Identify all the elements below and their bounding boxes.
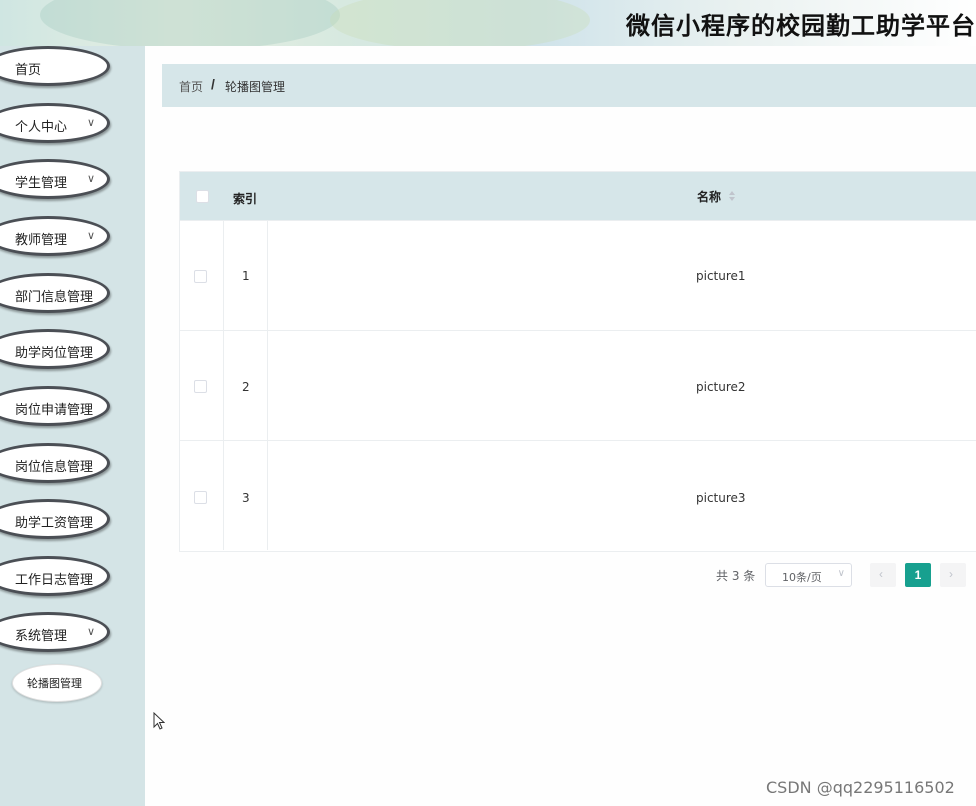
sidebar-item-label: 教师管理 [15,233,68,248]
header-banner: 微信小程序的校园勤工助学平台 [0,0,976,46]
column-header-index: 索引 [233,192,258,206]
submenu-item-carousel-management[interactable]: 轮播图管理 [12,664,102,702]
row-index: 1 [242,269,250,283]
chevron-down-icon: ∨ [837,568,845,579]
table-row: 1 picture1 [180,220,976,330]
chevron-down-icon: ∨ [86,626,95,638]
sidebar: 首页 个人中心 ∨ 学生管理 ∨ 教师管理 ∨ 部门信息管理 助学岗位管理 岗位… [0,46,145,806]
row-name: picture1 [696,269,746,283]
sort-icon[interactable] [728,190,736,202]
sidebar-item-label: 助学岗位管理 [15,346,94,361]
pagination-total: 共 3 条 [716,569,756,583]
banner-decoration [40,0,340,46]
sidebar-item-label: 助学工资管理 [15,516,94,531]
sidebar-item-label: 部门信息管理 [15,290,94,305]
sidebar-item-label: 系统管理 [15,629,68,644]
header-checkbox-cell [180,172,223,220]
banner-decoration [330,0,590,46]
sidebar-item-label: 工作日志管理 [15,573,94,588]
table-row: 2 picture2 [180,330,976,440]
mouse-cursor-icon [153,712,165,730]
breadcrumb-separator: / [211,76,215,92]
page-size-value: 10条/页 [782,571,822,584]
header-index-cell: 索引 [223,172,267,220]
page-size-select[interactable]: 10条/页 ∨ [765,563,852,587]
table-header-row: 索引 名称 [180,172,976,220]
breadcrumb: 首页 / 轮播图管理 [162,64,976,107]
sidebar-item-student-management[interactable]: 学生管理 ∨ [0,159,110,199]
breadcrumb-home-link[interactable]: 首页 [179,78,203,95]
row-name: picture3 [696,491,746,505]
sidebar-item-label: 个人中心 [15,120,68,135]
sidebar-item-home[interactable]: 首页 [0,46,110,86]
row-checkbox[interactable] [194,491,207,504]
select-all-checkbox[interactable] [196,190,209,203]
sidebar-item-aid-wages[interactable]: 助学工资管理 [0,499,110,539]
sidebar-item-system-management[interactable]: 系统管理 ∨ [0,612,110,652]
chevron-down-icon: ∨ [86,117,95,129]
sidebar-item-label: 岗位申请管理 [15,403,94,418]
sidebar-item-work-logs[interactable]: 工作日志管理 [0,556,110,596]
row-checkbox[interactable] [194,380,207,393]
sidebar-item-personal-center[interactable]: 个人中心 ∨ [0,103,110,143]
row-index: 2 [242,380,250,394]
next-page-button[interactable]: › [940,563,966,587]
chevron-down-icon: ∨ [86,173,95,185]
sidebar-item-label: 岗位信息管理 [15,460,94,475]
page-number-button[interactable]: 1 [905,563,931,587]
row-name: picture2 [696,380,746,394]
watermark: CSDN @qq2295116502 [766,778,955,797]
sidebar-item-position-applications[interactable]: 岗位申请管理 [0,386,110,426]
submenu-item-label: 轮播图管理 [27,677,82,690]
row-index: 3 [242,491,250,505]
chevron-down-icon: ∨ [86,230,95,242]
app-title: 微信小程序的校园勤工助学平台 [626,12,976,40]
sidebar-item-teacher-management[interactable]: 教师管理 ∨ [0,216,110,256]
chevron-left-icon: ‹ [879,567,883,581]
chevron-right-icon: › [949,567,953,581]
sidebar-item-aid-positions[interactable]: 助学岗位管理 [0,329,110,369]
sidebar-item-department-info[interactable]: 部门信息管理 [0,273,110,313]
row-checkbox[interactable] [194,270,207,283]
page-number-label: 1 [914,568,922,582]
data-table: 索引 名称 1 picture1 2 picture2 3 picture3 [179,171,976,552]
sidebar-item-label: 学生管理 [15,176,68,191]
sidebar-item-position-info[interactable]: 岗位信息管理 [0,443,110,483]
sidebar-item-label: 首页 [15,63,42,78]
prev-page-button[interactable]: ‹ [870,563,896,587]
table-row: 3 picture3 [180,440,976,550]
breadcrumb-current: 轮播图管理 [225,80,286,94]
column-header-name[interactable]: 名称 [697,188,721,205]
